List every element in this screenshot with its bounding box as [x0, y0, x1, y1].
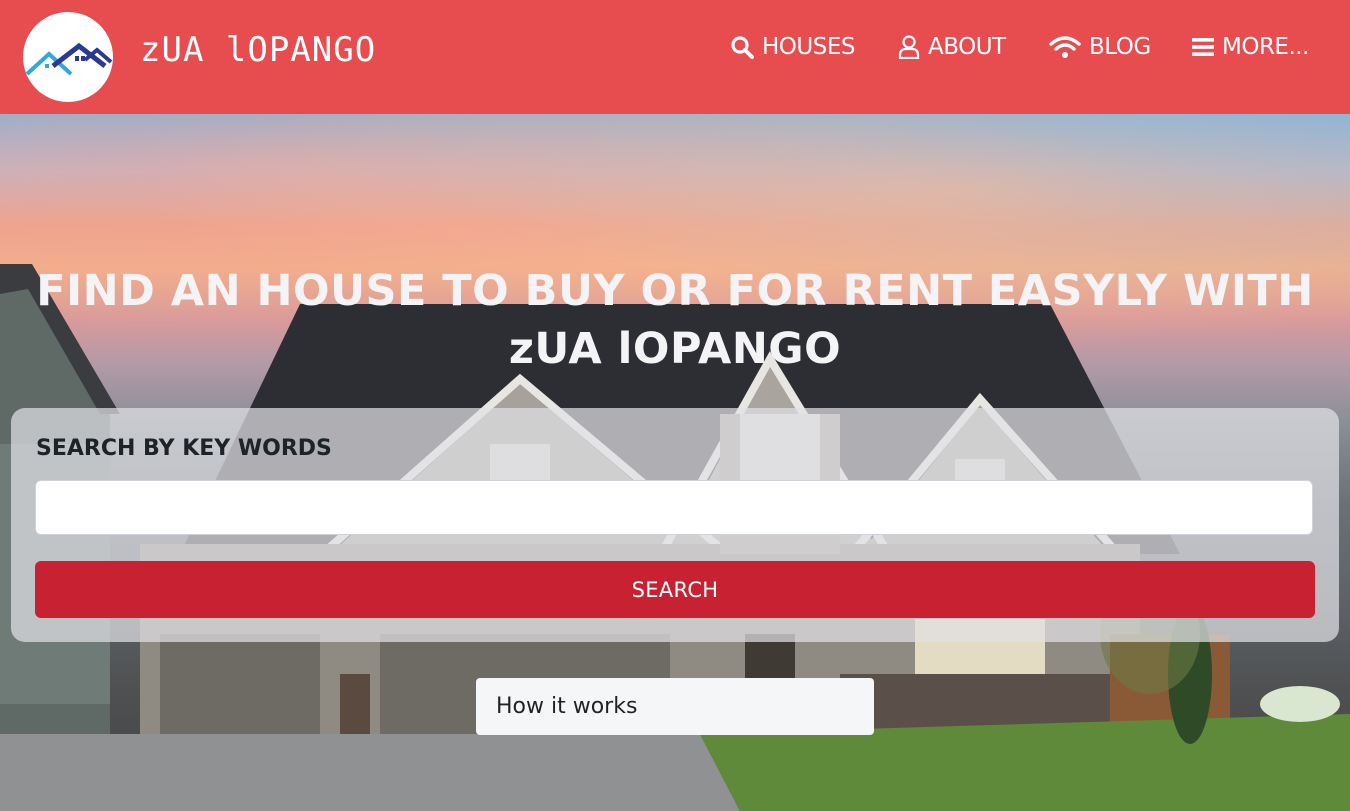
- search-panel: SEARCH BY KEY WORDS SEARCH: [11, 408, 1339, 642]
- search-icon: [731, 36, 754, 59]
- search-button[interactable]: SEARCH: [35, 561, 1315, 618]
- nav-item-label: ABOUT: [928, 34, 1006, 60]
- top-navbar: zUA lOPANGO HOUSES ABOUT BLOG MORE...: [0, 0, 1350, 114]
- wifi-icon: [1049, 36, 1081, 58]
- search-label: SEARCH BY KEY WORDS: [36, 436, 332, 461]
- nav-item-blog[interactable]: BLOG: [1049, 30, 1151, 64]
- user-icon: [898, 35, 920, 59]
- brand-name[interactable]: zUA lOPANGO: [140, 28, 376, 72]
- how-it-works-label: How it works: [496, 694, 638, 719]
- nav-item-label: BLOG: [1089, 34, 1151, 60]
- hero-headline: FIND AN HOUSE TO BUY OR FOR RENT EASYLY …: [0, 262, 1350, 378]
- menu-icon: [1192, 38, 1214, 56]
- nav-item-about[interactable]: ABOUT: [898, 30, 1006, 64]
- search-input[interactable]: [35, 480, 1313, 535]
- how-it-works-button[interactable]: How it works: [476, 678, 874, 735]
- nav-item-more[interactable]: MORE...: [1192, 30, 1309, 64]
- hero-headline-line-2: zUA lOPANGO: [508, 324, 842, 374]
- house-roofs-logo-icon: [25, 42, 113, 76]
- hero-headline-line-1: FIND AN HOUSE TO BUY OR FOR RENT EASYLY …: [36, 266, 1314, 316]
- nav-item-label: HOUSES: [762, 34, 855, 60]
- nav-item-label: MORE...: [1222, 34, 1309, 60]
- nav-item-houses[interactable]: HOUSES: [730, 30, 855, 64]
- site-logo[interactable]: [23, 12, 113, 102]
